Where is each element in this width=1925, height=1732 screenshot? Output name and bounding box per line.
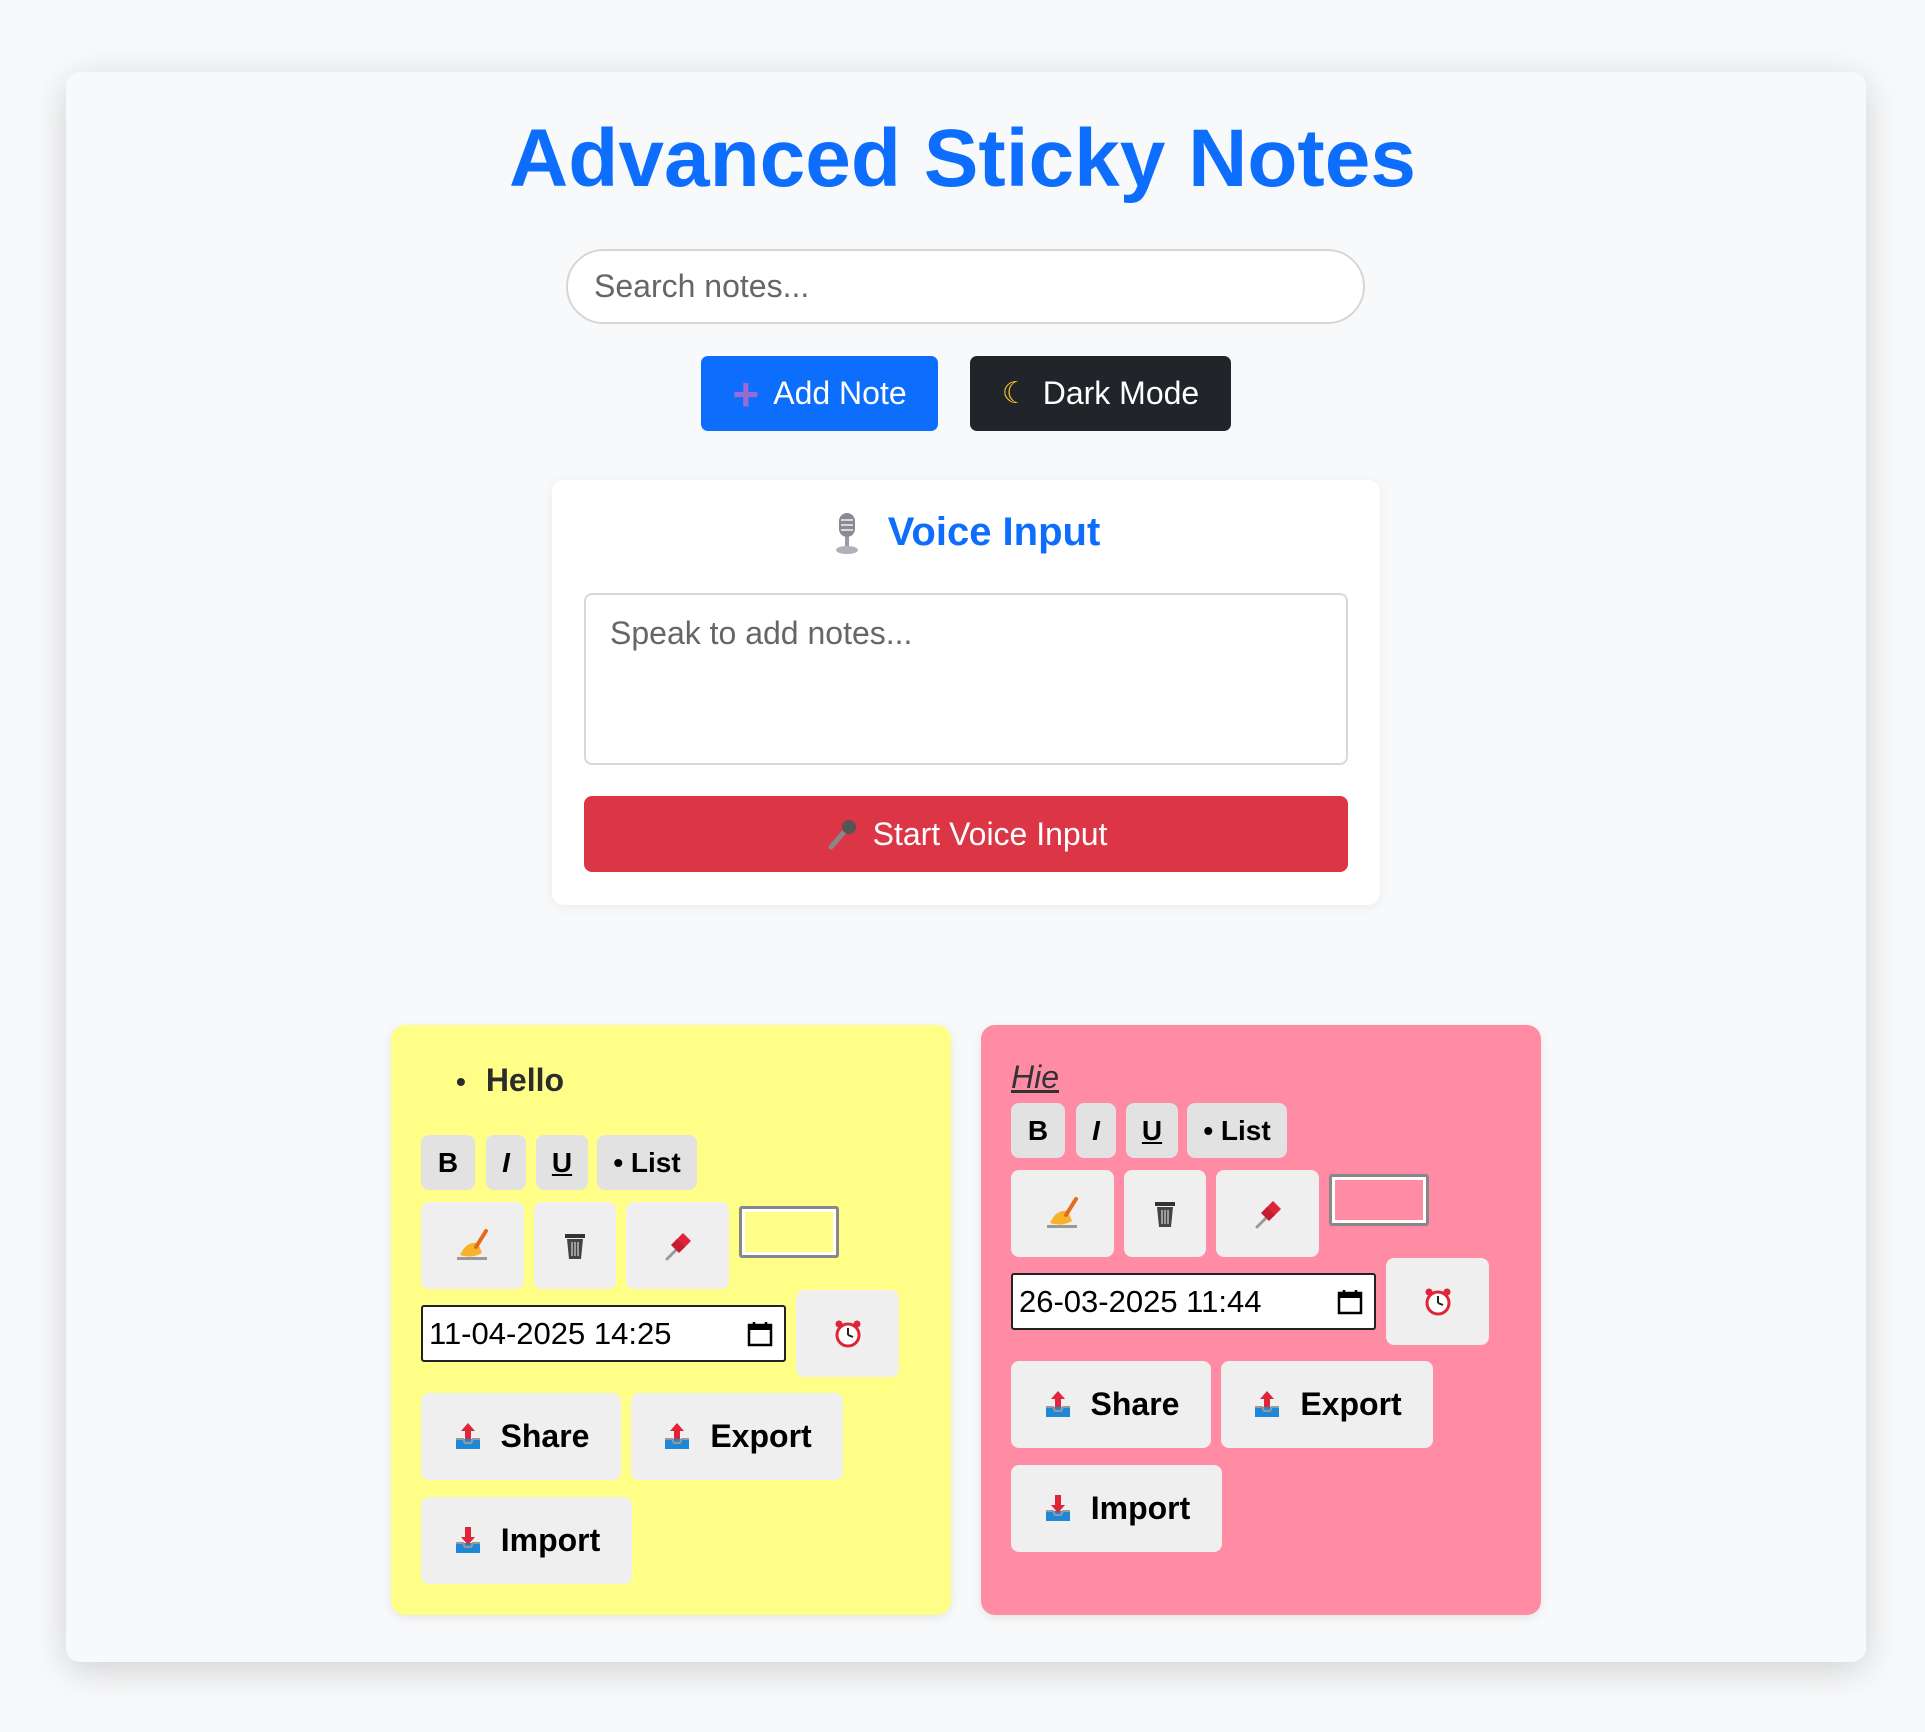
- pushpin-icon: [1255, 1200, 1281, 1228]
- voice-input-heading: Voice Input: [552, 510, 1380, 555]
- set-reminder-button[interactable]: [796, 1290, 899, 1377]
- voice-input-card: Voice Input Start Voice Input: [552, 480, 1380, 905]
- note-color-picker[interactable]: [739, 1206, 839, 1258]
- list-button[interactable]: • List: [1187, 1103, 1287, 1158]
- import-button[interactable]: Import: [421, 1497, 632, 1584]
- outbox-tray-icon: [1045, 1390, 1070, 1417]
- export-button[interactable]: Export: [631, 1393, 843, 1480]
- moon-icon: ☾: [1001, 377, 1029, 410]
- outbox-tray-icon: [665, 1422, 690, 1449]
- voice-input-title: Voice Input: [887, 510, 1101, 554]
- wastebasket-icon: [565, 1233, 585, 1259]
- calendar-icon: [747, 1321, 773, 1346]
- plus-icon: +: [732, 367, 760, 420]
- reminder-datetime-input[interactable]: 11-04-2025 14:25: [421, 1305, 786, 1362]
- wastebasket-icon: [1155, 1201, 1175, 1227]
- bold-button[interactable]: B: [1011, 1103, 1065, 1158]
- edit-button[interactable]: [1011, 1170, 1114, 1257]
- share-button[interactable]: Share: [421, 1393, 621, 1480]
- outbox-tray-icon: [455, 1422, 480, 1449]
- add-note-button[interactable]: + Add Note: [701, 356, 938, 431]
- italic-button[interactable]: I: [1076, 1103, 1116, 1158]
- bullet-point: •: [456, 1066, 466, 1097]
- reminder-datetime-value: 11-04-2025 14:25: [429, 1315, 672, 1351]
- underline-button[interactable]: U: [536, 1135, 588, 1190]
- start-voice-label: Start Voice Input: [872, 815, 1108, 852]
- calendar-icon: [1337, 1289, 1363, 1314]
- import-label: Import: [1090, 1490, 1191, 1526]
- pushpin-icon: [665, 1232, 691, 1260]
- page-title: Advanced Sticky Notes: [509, 113, 1416, 204]
- list-button[interactable]: • List: [597, 1135, 697, 1190]
- writing-hand-icon: [1046, 1196, 1078, 1228]
- italic-button[interactable]: I: [486, 1135, 526, 1190]
- export-button[interactable]: Export: [1221, 1361, 1433, 1448]
- reminder-datetime-value: 26-03-2025 11:44: [1019, 1283, 1262, 1319]
- studio-microphone-icon: [835, 512, 858, 554]
- voice-notes-textarea[interactable]: [584, 593, 1348, 765]
- add-note-label: Add Note: [773, 375, 907, 411]
- pin-button[interactable]: [1216, 1170, 1319, 1257]
- alarm-clock-icon: [1425, 1288, 1450, 1315]
- export-label: Export: [1300, 1386, 1402, 1422]
- share-label: Share: [500, 1418, 590, 1454]
- import-label: Import: [500, 1522, 601, 1558]
- note-text: Hie: [1011, 1059, 1060, 1095]
- share-label: Share: [1090, 1386, 1180, 1422]
- start-voice-input-button[interactable]: Start Voice Input: [584, 796, 1348, 872]
- note-text: Hello: [485, 1062, 565, 1098]
- writing-hand-icon: [456, 1228, 488, 1260]
- dark-mode-button[interactable]: ☾ Dark Mode: [970, 356, 1231, 431]
- alarm-clock-icon: [835, 1320, 860, 1347]
- bold-button[interactable]: B: [421, 1135, 475, 1190]
- sticky-note: • Hello B I U • List 11-04-2025 14:25 Sh…: [391, 1025, 951, 1615]
- edit-button[interactable]: [421, 1202, 524, 1289]
- import-button[interactable]: Import: [1011, 1465, 1222, 1552]
- reminder-datetime-input[interactable]: 26-03-2025 11:44: [1011, 1273, 1376, 1330]
- underline-button[interactable]: U: [1126, 1103, 1178, 1158]
- delete-button[interactable]: [534, 1202, 616, 1289]
- pin-button[interactable]: [626, 1202, 729, 1289]
- inbox-tray-icon: [455, 1526, 480, 1553]
- outbox-tray-icon: [1255, 1390, 1280, 1417]
- note-content[interactable]: • Hello: [456, 1062, 564, 1099]
- export-label: Export: [710, 1418, 812, 1454]
- set-reminder-button[interactable]: [1386, 1258, 1489, 1345]
- microphone-icon: [828, 820, 856, 850]
- note-color-picker[interactable]: [1329, 1174, 1429, 1226]
- inbox-tray-icon: [1045, 1494, 1070, 1521]
- share-button[interactable]: Share: [1011, 1361, 1211, 1448]
- dark-mode-label: Dark Mode: [1042, 375, 1200, 411]
- note-content[interactable]: Hie: [1011, 1059, 1059, 1096]
- delete-button[interactable]: [1124, 1170, 1206, 1257]
- sticky-note: Hie B I U • List 26-03-2025 11:44 Share …: [981, 1025, 1541, 1615]
- search-input[interactable]: [566, 249, 1365, 324]
